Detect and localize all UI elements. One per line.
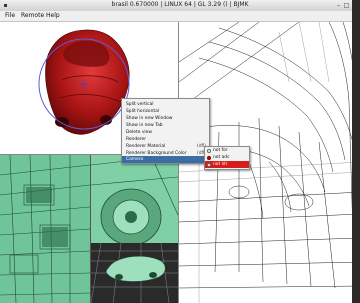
green-mesh-view-1[interactable] [0, 154, 91, 303]
application-window: ▪ brasil 0.670000 | LINUX 64 | GL 3.29 (… [0, 0, 360, 303]
mesh-render-2 [90, 154, 179, 303]
green-mesh-view-2[interactable] [90, 154, 179, 303]
submenu-item-not-ldr[interactable]: not ldr [205, 161, 249, 168]
minimize-icon[interactable]: – [335, 2, 342, 9]
submenu-item-not-adc[interactable]: not adc [205, 154, 249, 161]
context-menu: Split vertical Split horizontal Show in … [121, 98, 210, 164]
menu-item-camera[interactable]: Camera [122, 156, 209, 163]
menu-bar: File Remote Help [0, 11, 360, 22]
menu-item-split-horizontal[interactable]: Split horizontal [122, 108, 209, 115]
camera-submenu: not for not adc not ldr [204, 146, 250, 170]
menu-help[interactable]: Help [46, 12, 60, 19]
mesh-render-1 [0, 154, 91, 303]
desktop-edge [352, 0, 360, 303]
menu-item-renderer[interactable]: Renderer [122, 136, 209, 143]
submenu-item-not-for[interactable]: not for [205, 147, 249, 154]
window-title: brasil 0.670000 | LINUX 64 | GL 3.29 () … [111, 1, 249, 8]
menu-item-show-new-window[interactable]: Show in new Window [122, 115, 209, 122]
menu-item-split-vertical[interactable]: Split vertical [122, 101, 209, 108]
menu-item-delete-view[interactable]: Delete view [122, 129, 209, 136]
radio-icon [207, 148, 211, 153]
radio-selected-icon [207, 155, 211, 160]
menu-item-renderer-material[interactable]: Renderer Material (dfl) [122, 143, 209, 150]
menu-file[interactable]: File [5, 12, 15, 19]
maximize-icon[interactable]: □ [343, 2, 350, 9]
radio-icon [207, 162, 211, 167]
menu-item-show-new-tab[interactable]: Show in new Tab [122, 122, 209, 129]
menu-remote[interactable]: Remote [21, 12, 44, 19]
